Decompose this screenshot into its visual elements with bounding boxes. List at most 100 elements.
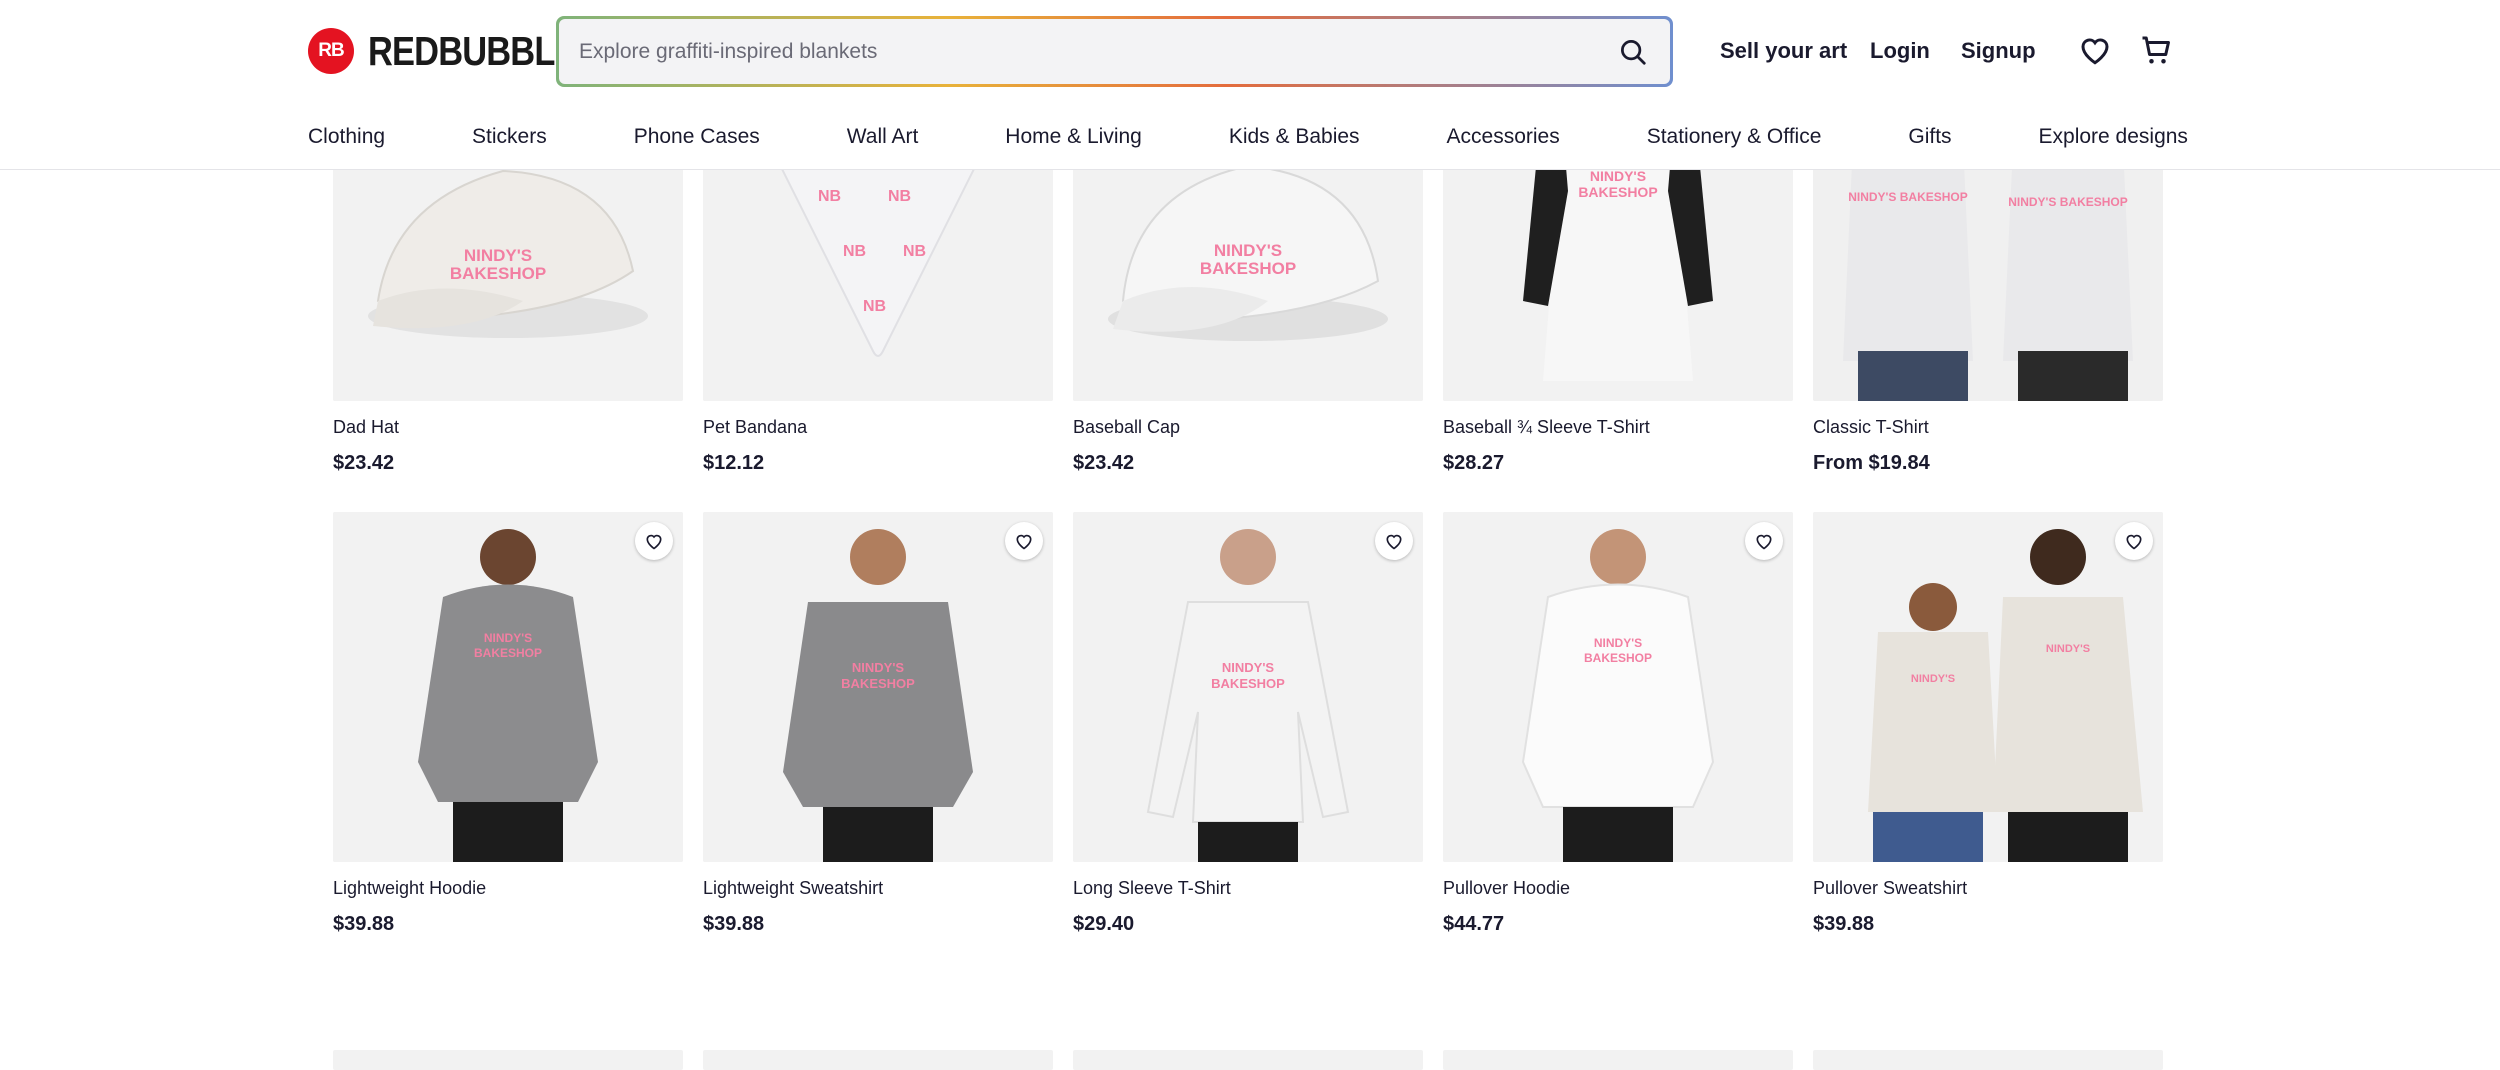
svg-text:NB: NB xyxy=(888,188,911,205)
nav-item-accessories[interactable]: Accessories xyxy=(1447,124,1560,150)
svg-text:NINDY'S: NINDY'S xyxy=(1222,660,1275,675)
product-image[interactable]: NINDY'S BAKESHOP xyxy=(1073,512,1423,862)
product-name[interactable]: Baseball ¾ Sleeve T-Shirt xyxy=(1443,416,1793,438)
search-bar xyxy=(556,16,1673,87)
product-card[interactable]: NINDY'S BAKESHOP Pullover Hoodie $44.77 xyxy=(1443,512,1793,935)
svg-text:NINDY'S: NINDY'S xyxy=(852,660,905,675)
product-image[interactable] xyxy=(333,1050,683,1070)
product-grid: NINDY'S BAKESHOP Dad Hat $23.42 NB NB NB NB… xyxy=(333,51,2163,935)
logo-mark: RB xyxy=(308,28,354,74)
svg-text:NINDY'S: NINDY'S xyxy=(1590,168,1646,184)
cart-icon xyxy=(2142,36,2170,64)
svg-text:NINDY'S BAKESHOP: NINDY'S BAKESHOP xyxy=(1848,190,1968,204)
product-price: $28.27 xyxy=(1443,452,1505,474)
svg-text:NINDY'S: NINDY'S xyxy=(484,631,532,645)
heart-icon xyxy=(2081,38,2109,65)
long-sleeve-tshirt-image: NINDY'S BAKESHOP xyxy=(1073,512,1423,862)
nav-item-home-living[interactable]: Home & Living xyxy=(1005,124,1142,150)
product-price: From $19.84 xyxy=(1813,452,1930,474)
svg-text:NINDY'S: NINDY'S xyxy=(1214,241,1282,260)
lightweight-hoodie-image: NINDY'S BAKESHOP xyxy=(333,512,683,862)
product-image[interactable] xyxy=(1073,1050,1423,1070)
svg-text:NB: NB xyxy=(863,298,886,315)
svg-text:NINDY'S: NINDY'S xyxy=(2046,643,2090,655)
svg-text:NINDY'S: NINDY'S xyxy=(1594,636,1642,650)
heart-icon xyxy=(2126,534,2142,550)
product-card[interactable]: NINDY'S BAKESHOP Lightweight Sweatshirt … xyxy=(703,512,1053,935)
product-name[interactable]: Pet Bandana xyxy=(703,416,1053,438)
product-image[interactable] xyxy=(1813,1050,2163,1070)
login-link[interactable]: Login xyxy=(1870,38,1930,64)
product-image[interactable]: NINDY'S NINDY'S xyxy=(1813,512,2163,862)
product-price: $12.12 xyxy=(703,452,765,474)
svg-text:BAKESHOP: BAKESHOP xyxy=(1584,651,1652,665)
next-row-preview xyxy=(333,1050,2163,1070)
lightweight-sweatshirt-image: NINDY'S BAKESHOP xyxy=(703,512,1053,862)
category-nav: Clothing Stickers Phone Cases Wall Art H… xyxy=(308,124,2188,150)
search-button[interactable] xyxy=(1616,35,1650,69)
product-price: $39.88 xyxy=(1813,913,1875,935)
sell-your-art-link[interactable]: Sell your art xyxy=(1720,38,1847,64)
product-name[interactable]: Pullover Hoodie xyxy=(1443,877,1793,899)
pullover-sweatshirt-image: NINDY'S NINDY'S xyxy=(1813,512,2163,862)
product-price: $29.40 xyxy=(1073,913,1135,935)
svg-text:BAKESHOP: BAKESHOP xyxy=(450,264,546,283)
product-image[interactable]: NINDY'S BAKESHOP xyxy=(703,512,1053,862)
nav-item-stationery-office[interactable]: Stationery & Office xyxy=(1647,124,1822,150)
pullover-hoodie-image: NINDY'S BAKESHOP xyxy=(1443,512,1793,862)
product-name[interactable]: Classic T-Shirt xyxy=(1813,416,2163,438)
heart-icon xyxy=(646,534,662,550)
search-field-wrapper xyxy=(559,19,1670,84)
nav-item-phone-cases[interactable]: Phone Cases xyxy=(634,124,760,150)
heart-icon xyxy=(1386,534,1402,550)
product-price: $39.88 xyxy=(333,913,395,935)
svg-text:BAKESHOP: BAKESHOP xyxy=(841,676,915,691)
product-name[interactable]: Lightweight Sweatshirt xyxy=(703,877,1053,899)
product-name[interactable]: Pullover Sweatshirt xyxy=(1813,877,2163,899)
product-price: $23.42 xyxy=(1073,452,1135,474)
signup-link[interactable]: Signup xyxy=(1961,38,2036,64)
svg-text:NINDY'S: NINDY'S xyxy=(1911,673,1955,685)
favorite-button[interactable] xyxy=(2115,522,2153,560)
svg-text:NB: NB xyxy=(903,243,926,260)
site-header: RB REDBUBBLE Sell your art Login Signup xyxy=(0,0,2500,170)
product-image[interactable] xyxy=(703,1050,1053,1070)
product-name[interactable]: Lightweight Hoodie xyxy=(333,877,683,899)
search-input[interactable] xyxy=(579,39,1616,64)
product-name[interactable]: Long Sleeve T-Shirt xyxy=(1073,877,1423,899)
nav-item-gifts[interactable]: Gifts xyxy=(1908,124,1951,150)
svg-text:BAKESHOP: BAKESHOP xyxy=(1211,676,1285,691)
favorite-button[interactable] xyxy=(1745,522,1783,560)
favorite-button[interactable] xyxy=(635,522,673,560)
favorites-button[interactable] xyxy=(2077,32,2113,68)
product-card[interactable]: NINDY'S NINDY'S Pullover Sweatshirt $39.… xyxy=(1813,512,2163,935)
nav-item-stickers[interactable]: Stickers xyxy=(472,124,547,150)
product-image[interactable]: NINDY'S BAKESHOP xyxy=(333,512,683,862)
favorite-button[interactable] xyxy=(1375,522,1413,560)
favorite-button[interactable] xyxy=(1005,522,1043,560)
product-card[interactable]: NINDY'S BAKESHOP Lightweight Hoodie $39.… xyxy=(333,512,683,935)
nav-item-clothing[interactable]: Clothing xyxy=(308,124,385,150)
heart-icon xyxy=(1756,534,1772,550)
svg-text:NB: NB xyxy=(843,243,866,260)
product-card[interactable]: NINDY'S BAKESHOP Long Sleeve T-Shirt $29… xyxy=(1073,512,1423,935)
product-price: $23.42 xyxy=(333,452,395,474)
cart-button[interactable] xyxy=(2138,32,2174,68)
nav-item-kids-babies[interactable]: Kids & Babies xyxy=(1229,124,1360,150)
product-name[interactable]: Dad Hat xyxy=(333,416,683,438)
svg-text:BAKESHOP: BAKESHOP xyxy=(1578,184,1657,200)
product-image[interactable]: NINDY'S BAKESHOP xyxy=(1443,512,1793,862)
svg-text:BAKESHOP: BAKESHOP xyxy=(474,646,542,660)
nav-item-wall-art[interactable]: Wall Art xyxy=(847,124,919,150)
nav-item-explore-designs[interactable]: Explore designs xyxy=(2039,124,2188,150)
svg-text:NB: NB xyxy=(818,188,841,205)
search-icon xyxy=(1621,39,1646,65)
svg-text:NINDY'S: NINDY'S xyxy=(464,246,532,265)
heart-icon xyxy=(1016,534,1032,550)
logo-wordmark: REDBUBBLE xyxy=(368,27,578,74)
product-price: $44.77 xyxy=(1443,913,1505,935)
product-image[interactable] xyxy=(1443,1050,1793,1070)
svg-text:BAKESHOP: BAKESHOP xyxy=(1200,259,1296,278)
svg-text:NINDY'S BAKESHOP: NINDY'S BAKESHOP xyxy=(2008,195,2128,209)
product-name[interactable]: Baseball Cap xyxy=(1073,416,1423,438)
